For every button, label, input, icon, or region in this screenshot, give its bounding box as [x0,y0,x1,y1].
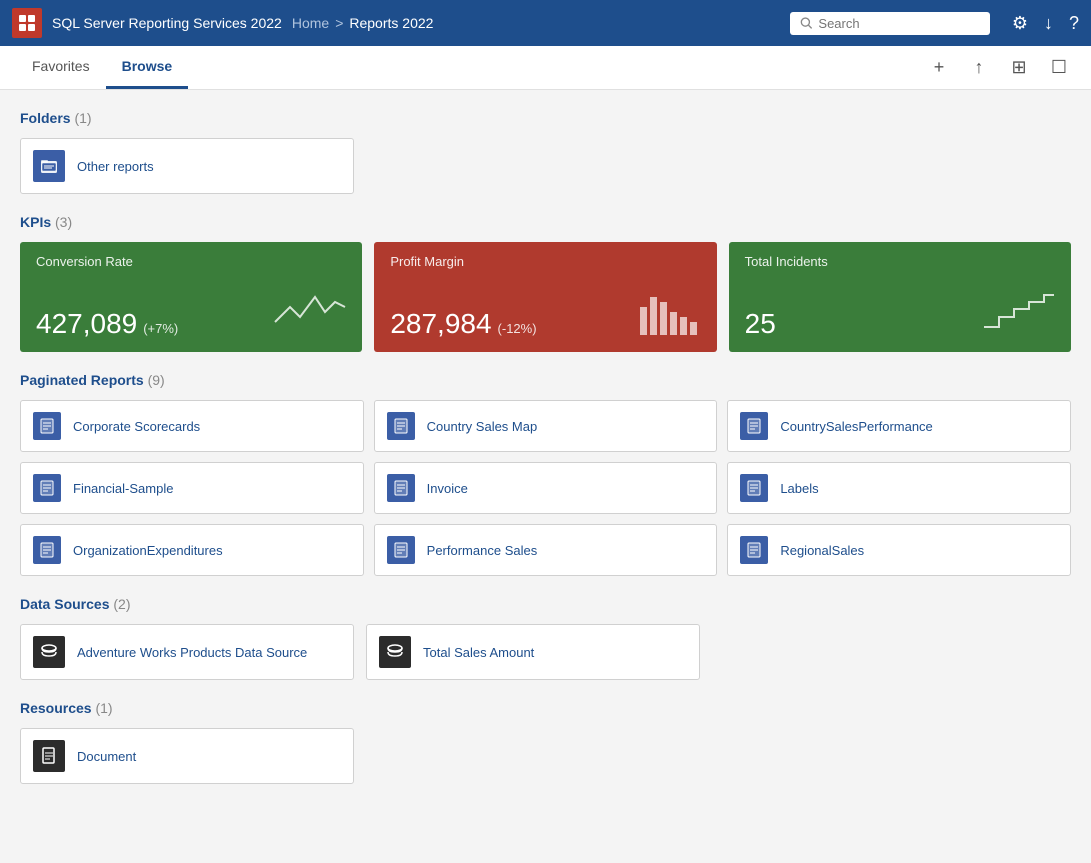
kpi-conversion-rate-chart [270,287,350,340]
datasource-icon [379,636,411,668]
report-icon [33,536,61,564]
report-icon [387,474,415,502]
folders-section-header: Folders (1) [20,110,1071,126]
report-country-sales-map[interactable]: Country Sales Map [374,400,718,452]
datasource-adventure-works-label: Adventure Works Products Data Source [77,645,307,660]
app-title: SQL Server Reporting Services 2022 [52,15,282,31]
report-icon [33,474,61,502]
report-icon [387,536,415,564]
paginated-reports-section-header: Paginated Reports (9) [20,372,1071,388]
kpi-total-incidents-title: Total Incidents [745,254,1055,269]
breadcrumb-home[interactable]: Home [292,15,329,31]
report-organization-expenditures[interactable]: OrganizationExpenditures [20,524,364,576]
tab-favorites[interactable]: Favorites [16,46,106,89]
report-regional-sales-label: RegionalSales [780,543,864,558]
kpis-section-header: KPIs (3) [20,214,1071,230]
datasource-total-sales[interactable]: Total Sales Amount [366,624,700,680]
breadcrumb-separator: > [335,15,343,31]
resource-document-label: Document [77,749,136,764]
paginated-reports-count: (9) [148,372,165,388]
data-sources-count: (2) [113,596,130,612]
datasource-icon [33,636,65,668]
breadcrumb: Home > Reports 2022 [292,15,434,31]
report-icon [740,474,768,502]
kpi-profit-margin-value: 287,984 [390,308,491,340]
kpi-conversion-rate-value: 427,089 [36,308,137,340]
upload-button[interactable]: ↑ [963,52,995,84]
settings-icon[interactable]: ⚙ [1012,14,1028,32]
add-button[interactable]: + [923,52,955,84]
report-invoice[interactable]: Invoice [374,462,718,514]
resources-count: (1) [95,700,112,716]
report-corporate-scorecards-label: Corporate Scorecards [73,419,200,434]
paginated-reports-title: Paginated Reports [20,372,144,388]
kpi-grid: Conversion Rate 427,089 (+7%) Profit Mar… [20,242,1071,352]
resources-title: Resources [20,700,92,716]
kpis-title: KPIs [20,214,51,230]
report-country-sales-performance[interactable]: CountrySalesPerformance [727,400,1071,452]
search-icon [800,16,813,30]
kpi-total-incidents-value: 25 [745,308,776,340]
data-sources-title: Data Sources [20,596,109,612]
grid-view-button[interactable]: ⊞ [1003,52,1035,84]
header-icons: ⚙ ↓ ? [1012,14,1079,32]
header: SQL Server Reporting Services 2022 Home … [0,0,1091,46]
kpi-total-incidents-chart [979,287,1059,340]
folder-other-reports[interactable]: Other reports [20,138,354,194]
datasource-adventure-works[interactable]: Adventure Works Products Data Source [20,624,354,680]
navbar: Favorites Browse + ↑ ⊞ ☐ [0,46,1091,90]
detail-view-button[interactable]: ☐ [1043,52,1075,84]
folder-icon [33,150,65,182]
report-regional-sales[interactable]: RegionalSales [727,524,1071,576]
resources-section-header: Resources (1) [20,700,1071,716]
report-icon [33,412,61,440]
folders-grid: Other reports [20,138,1071,194]
report-invoice-label: Invoice [427,481,468,496]
kpi-conversion-rate-title: Conversion Rate [36,254,346,269]
datasources-grid: Adventure Works Products Data Source Tot… [20,624,1071,680]
report-country-sales-map-label: Country Sales Map [427,419,538,434]
report-performance-sales[interactable]: Performance Sales [374,524,718,576]
reports-grid: Corporate Scorecards Country Sales Map [20,400,1071,576]
help-icon[interactable]: ? [1069,14,1079,32]
resources-grid: Document [20,728,1071,784]
resource-document[interactable]: Document [20,728,354,784]
tab-browse[interactable]: Browse [106,46,189,89]
report-financial-sample-label: Financial-Sample [73,481,173,496]
folders-title: Folders [20,110,71,126]
report-icon [740,412,768,440]
app-logo [12,8,42,38]
nav-actions: + ↑ ⊞ ☐ [923,52,1075,84]
resource-icon [33,740,65,772]
kpi-total-incidents[interactable]: Total Incidents 25 [729,242,1071,352]
search-box[interactable] [790,12,990,35]
main-content: Folders (1) Other reports KPIs (3) Conve… [0,90,1091,863]
download-icon[interactable]: ↓ [1044,14,1053,32]
folder-other-reports-label: Other reports [77,159,154,174]
datasource-total-sales-label: Total Sales Amount [423,645,534,660]
kpi-conversion-rate[interactable]: Conversion Rate 427,089 (+7%) [20,242,362,352]
report-icon [387,412,415,440]
report-performance-sales-label: Performance Sales [427,543,538,558]
kpi-profit-margin-chart [635,287,705,340]
kpi-profit-margin-change: (-12%) [498,321,537,336]
kpi-conversion-rate-change: (+7%) [143,321,178,336]
report-corporate-scorecards[interactable]: Corporate Scorecards [20,400,364,452]
breadcrumb-current: Reports 2022 [349,15,433,31]
search-input[interactable] [818,16,979,31]
data-sources-section-header: Data Sources (2) [20,596,1071,612]
kpi-profit-margin-title: Profit Margin [390,254,700,269]
kpis-count: (3) [55,214,72,230]
report-organization-expenditures-label: OrganizationExpenditures [73,543,223,558]
kpi-profit-margin[interactable]: Profit Margin 287,984 (-12%) [374,242,716,352]
report-labels-label: Labels [780,481,818,496]
report-financial-sample[interactable]: Financial-Sample [20,462,364,514]
report-country-sales-performance-label: CountrySalesPerformance [780,419,932,434]
report-icon [740,536,768,564]
report-labels[interactable]: Labels [727,462,1071,514]
folders-count: (1) [74,110,91,126]
